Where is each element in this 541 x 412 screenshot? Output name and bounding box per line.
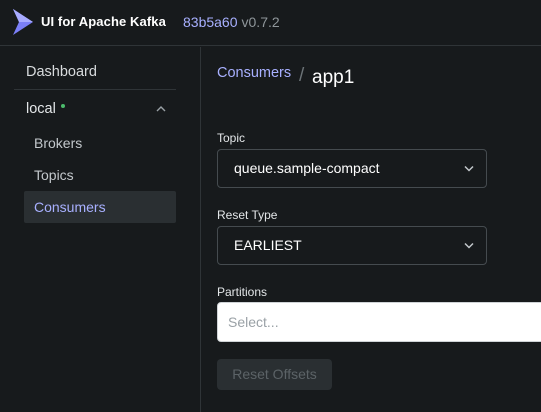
sidebar-item-consumers[interactable]: Consumers <box>24 191 176 223</box>
partitions-multiselect[interactable]: Select... <box>217 302 541 342</box>
breadcrumb-separator: / <box>299 65 305 86</box>
kafka-ui-logo-icon[interactable] <box>11 8 35 36</box>
version-label: v0.7.2 <box>241 14 280 30</box>
chevron-down-icon <box>464 165 474 172</box>
version-info: 83b5a60 v0.7.2 <box>183 14 280 30</box>
partitions-placeholder: Select... <box>228 314 279 330</box>
partitions-label: Partitions <box>217 285 268 299</box>
chevron-down-icon <box>464 242 474 249</box>
reset-type-select[interactable]: EARLIEST <box>217 226 487 265</box>
topic-select-value: queue.sample-compact <box>234 160 380 176</box>
main-content: Consumers / app1 Topic queue.sample-comp… <box>201 47 541 412</box>
page-title: app1 <box>312 67 355 88</box>
brand-title[interactable]: UI for Apache Kafka <box>41 14 166 29</box>
breadcrumb-consumers-link[interactable]: Consumers <box>217 65 291 81</box>
reset-type-select-value: EARLIEST <box>234 237 302 253</box>
sidebar: Dashboard local Brokers Topics Consumers <box>0 47 201 412</box>
commit-link[interactable]: 83b5a60 <box>183 14 238 30</box>
sidebar-item-brokers[interactable]: Brokers <box>24 127 176 159</box>
topic-select[interactable]: queue.sample-compact <box>217 149 487 188</box>
sidebar-item-topics[interactable]: Topics <box>24 159 176 191</box>
sidebar-item-dashboard[interactable]: Dashboard <box>14 58 176 90</box>
cluster-status-dot <box>60 104 65 109</box>
topic-label: Topic <box>217 131 246 145</box>
reset-type-label: Reset Type <box>217 208 278 222</box>
sidebar-cluster-local[interactable]: local <box>14 96 176 122</box>
chevron-up-icon[interactable] <box>156 105 166 113</box>
top-bar: UI for Apache Kafka 83b5a60 v0.7.2 <box>0 0 541 46</box>
cluster-name: local <box>26 101 56 117</box>
reset-offsets-button[interactable]: Reset Offsets <box>217 359 332 390</box>
